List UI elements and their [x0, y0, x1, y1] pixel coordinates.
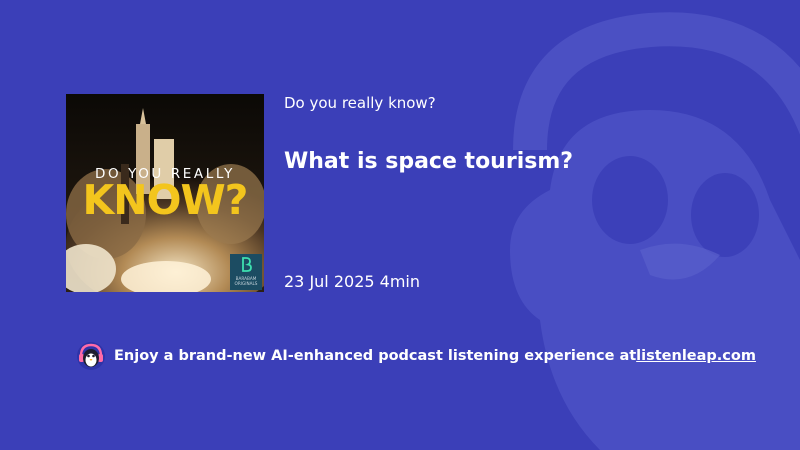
- listenleap-link[interactable]: listenleap.com: [636, 348, 756, 364]
- episode-date: 23 Jul 2025: [284, 272, 375, 291]
- publisher-badge: BARABAM ORIGINALS: [230, 254, 262, 290]
- show-title[interactable]: Do you really know?: [284, 94, 436, 112]
- publisher-badge-text: BARABAM ORIGINALS: [234, 276, 258, 286]
- promo-banner: Enjoy a brand-new AI-enhanced podcast li…: [76, 340, 756, 372]
- episode-title: What is space tourism?: [284, 149, 574, 174]
- penguin-headphones-icon: [77, 342, 105, 370]
- podcast-cover-art[interactable]: DO YOU REALLY KNOW? BARABAM ORIGINALS: [66, 94, 264, 292]
- episode-duration: 4min: [379, 272, 421, 291]
- promo-text: Enjoy a brand-new AI-enhanced podcast li…: [114, 348, 637, 364]
- cover-title-line2: KNOW?: [82, 176, 249, 224]
- episode-meta: 23 Jul 2025 4min: [284, 272, 420, 291]
- barabam-logo-icon: [242, 257, 252, 272]
- background-mascot-icon: [510, 12, 800, 450]
